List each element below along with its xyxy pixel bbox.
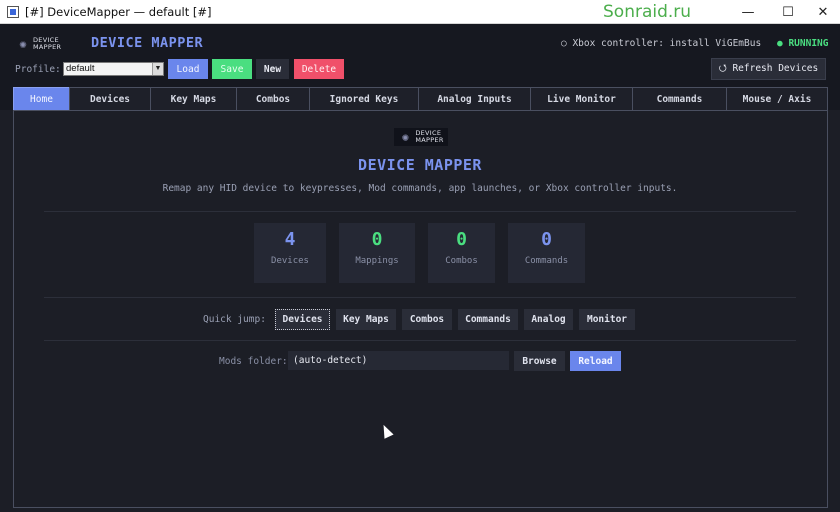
tab-home[interactable]: Home bbox=[13, 87, 70, 111]
watermark-text: Sonraid.ru bbox=[603, 2, 692, 22]
app-logo: ✺ DEVICE MAPPER bbox=[16, 36, 68, 52]
center-logo-text: DEVICE MAPPER bbox=[415, 130, 443, 144]
quick-jump-combos-button[interactable]: Combos bbox=[402, 309, 452, 330]
tab-bar: Home Devices Key Maps Combos Ignored Key… bbox=[13, 87, 828, 111]
stat-label: Devices bbox=[271, 256, 309, 266]
stat-value: 0 bbox=[541, 229, 552, 250]
home-title: DEVICE MAPPER bbox=[358, 156, 482, 174]
stat-card-combos: 0 Combos bbox=[428, 223, 495, 283]
divider bbox=[44, 340, 796, 341]
tab-live-monitor[interactable]: Live Monitor bbox=[530, 87, 633, 111]
tab-mouse-axis[interactable]: Mouse / Axis bbox=[726, 87, 828, 111]
mods-folder-input[interactable]: (auto-detect) bbox=[288, 351, 509, 370]
quick-jump-key-maps-button[interactable]: Key Maps bbox=[336, 309, 396, 330]
profile-label: Profile: bbox=[15, 64, 61, 75]
window-title: [#] DeviceMapper — default [#] bbox=[25, 4, 212, 19]
app-title: DEVICE MAPPER bbox=[91, 35, 204, 51]
home-subtitle: Remap any HID device to keypresses, Mod … bbox=[162, 183, 678, 194]
profile-select[interactable]: default ▼ bbox=[63, 62, 164, 76]
quick-jump-monitor-button[interactable]: Monitor bbox=[579, 309, 635, 330]
center-logo-line-2: MAPPER bbox=[415, 136, 444, 144]
new-button[interactable]: New bbox=[256, 59, 289, 79]
center-logo: ✺ DEVICE MAPPER bbox=[394, 128, 448, 146]
divider bbox=[44, 211, 796, 212]
stat-label: Combos bbox=[445, 256, 478, 266]
tab-commands[interactable]: Commands bbox=[632, 87, 727, 111]
quick-jump-analog-button[interactable]: Analog bbox=[524, 309, 573, 330]
save-button[interactable]: Save bbox=[212, 59, 252, 79]
stat-label: Commands bbox=[524, 256, 569, 266]
running-status: ● RUNNING bbox=[777, 38, 829, 49]
divider bbox=[44, 297, 796, 298]
profile-selected-value: default bbox=[66, 63, 95, 74]
stat-card-mappings: 0 Mappings bbox=[339, 223, 415, 283]
stat-value: 4 bbox=[284, 229, 296, 250]
tab-ignored-keys[interactable]: Ignored Keys bbox=[309, 87, 419, 111]
logo-text: DEVICE MAPPER bbox=[33, 37, 61, 51]
tab-devices[interactable]: Devices bbox=[69, 87, 151, 111]
delete-button[interactable]: Delete bbox=[294, 59, 344, 79]
logo-line-2: MAPPER bbox=[33, 43, 62, 51]
close-button[interactable]: ✕ bbox=[800, 0, 840, 24]
quick-jump-commands-button[interactable]: Commands bbox=[458, 309, 518, 330]
tab-key-maps[interactable]: Key Maps bbox=[150, 87, 237, 111]
stat-value: 0 bbox=[371, 229, 383, 250]
reload-button[interactable]: Reload bbox=[570, 351, 621, 371]
xbox-status: ○ Xbox controller: install ViGEmBus bbox=[561, 38, 762, 49]
stat-card-devices: 4 Devices bbox=[254, 223, 326, 283]
stat-label: Mappings bbox=[355, 256, 399, 266]
mods-folder-label: Mods folder: bbox=[219, 356, 288, 367]
refresh-devices-button[interactable]: ⭯ Refresh Devices bbox=[711, 58, 826, 80]
chevron-down-icon[interactable]: ▼ bbox=[152, 63, 163, 75]
spider-icon: ✺ bbox=[401, 130, 409, 144]
tab-combos[interactable]: Combos bbox=[236, 87, 310, 111]
stat-card-commands: 0 Commands bbox=[508, 223, 585, 283]
quick-jump-label: Quick jump: bbox=[203, 314, 266, 325]
tab-analog-inputs[interactable]: Analog Inputs bbox=[418, 87, 531, 111]
stat-value: 0 bbox=[456, 229, 467, 250]
load-button[interactable]: Load bbox=[168, 59, 208, 79]
app-icon bbox=[7, 5, 19, 18]
spider-icon: ✺ bbox=[19, 37, 27, 51]
window-titlebar: [#] DeviceMapper — default [#] bbox=[0, 0, 840, 24]
quick-jump-devices-button[interactable]: Devices bbox=[275, 309, 330, 330]
browse-button[interactable]: Browse bbox=[514, 351, 565, 371]
